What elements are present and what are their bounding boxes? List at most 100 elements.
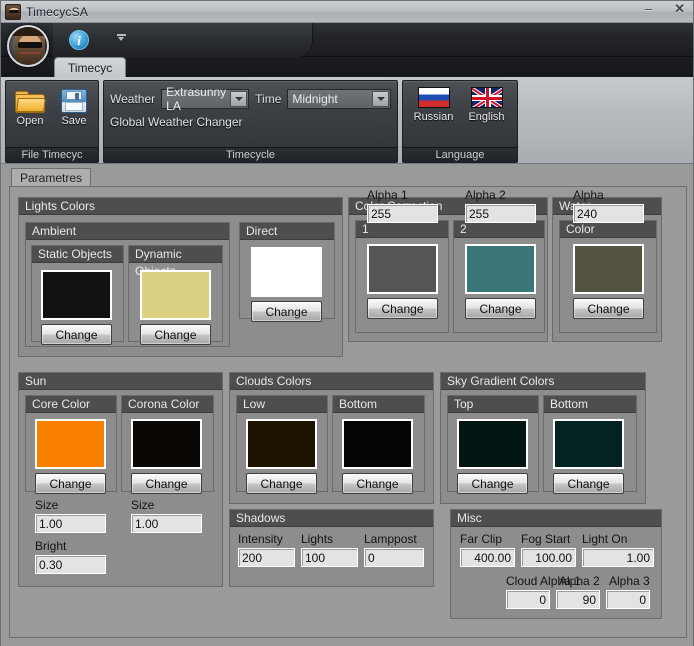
color-correction-1-swatch[interactable]	[367, 244, 438, 294]
group-sky-top: Top Change	[447, 395, 539, 494]
time-dropdown[interactable]: Midnight	[287, 89, 391, 109]
group-direct-caption: Direct	[240, 223, 334, 240]
chevron-down-icon[interactable]	[230, 91, 248, 107]
static-objects-color-swatch[interactable]	[41, 270, 112, 320]
chevron-down-icon[interactable]	[117, 34, 126, 41]
group-water-color: Color Change Alpha 240	[559, 188, 657, 333]
ribbon-tab-strip: Timecyc	[1, 57, 693, 78]
shadows-lamppost-input[interactable]: 0	[364, 548, 424, 567]
water-change-button[interactable]: Change	[573, 298, 644, 319]
shadows-lights-label: Lights	[301, 532, 334, 546]
light-on-ground-input[interactable]: 1.00	[582, 548, 654, 567]
group-sun-core-caption: Core Color	[26, 396, 116, 413]
water-alpha-input[interactable]: 240	[573, 204, 644, 223]
shadows-intensity-label: Intensity	[238, 532, 283, 546]
clouds-low-color-swatch[interactable]	[246, 419, 317, 469]
static-objects-change-button[interactable]: Change	[41, 324, 112, 345]
color-correction-1-change-button[interactable]: Change	[367, 298, 438, 319]
group-sun-corona-color: Corona Color Change	[121, 395, 214, 494]
info-icon[interactable]: i	[69, 30, 89, 50]
tab-timecyc[interactable]: Timecyc	[54, 57, 127, 78]
sky-top-color-swatch[interactable]	[457, 419, 528, 469]
alpha-2-input[interactable]: 255	[465, 204, 536, 223]
save-button-label: Save	[61, 115, 87, 127]
language-english-button[interactable]: English	[462, 87, 511, 143]
sun-corona-change-button[interactable]: Change	[131, 473, 202, 494]
sun-core-change-button[interactable]: Change	[35, 473, 106, 494]
weather-dropdown[interactable]: Extrasunny LA	[161, 85, 250, 113]
application-orb-button[interactable]	[7, 25, 49, 67]
sun-corona-size-label: Size	[131, 498, 155, 512]
group-color-correction-2-caption: 2	[454, 221, 544, 238]
shadows-lights-input[interactable]: 100	[301, 548, 358, 567]
window-title: TimecycSA	[26, 4, 89, 19]
sun-corona-color-swatch[interactable]	[131, 419, 202, 469]
close-button[interactable]: ✕	[670, 1, 689, 18]
shadows-lamppost-label: Lamppost	[364, 532, 417, 546]
global-weather-changer-label[interactable]: Global Weather Changer	[110, 115, 391, 129]
time-label: Time	[255, 92, 282, 106]
sun-corona-size-input[interactable]: 1.00	[131, 514, 202, 533]
group-sky-bottom: Bottom Change	[543, 395, 637, 494]
group-color-correction-1-caption: 1	[356, 221, 448, 238]
ribbon-group-timecycle-caption: Timecycle	[104, 147, 397, 162]
alpha-1-label: Alpha 1	[367, 188, 408, 202]
minimize-button[interactable]: –	[641, 1, 656, 18]
direct-change-button[interactable]: Change	[251, 301, 322, 322]
ribbon-group-file-timecyc: Open Save File Timecyc	[5, 80, 99, 163]
direct-color-swatch[interactable]	[251, 247, 322, 297]
group-sky-gradient-colors-caption: Sky Gradient Colors	[441, 373, 645, 390]
application-window: TimecycSA – ✕ i Timecyc Open Save File T…	[0, 0, 694, 646]
dynamic-objects-change-button[interactable]: Change	[140, 324, 211, 345]
water-color-swatch[interactable]	[573, 244, 644, 294]
sun-core-size-input[interactable]: 1.00	[35, 514, 106, 533]
clouds-bottom-change-button[interactable]: Change	[342, 473, 413, 494]
sun-core-color-swatch[interactable]	[35, 419, 106, 469]
cloud-alpha-3-input[interactable]: 0	[606, 590, 650, 609]
far-clip-input[interactable]: 400.00	[460, 548, 515, 567]
dynamic-objects-color-swatch[interactable]	[140, 270, 211, 320]
group-misc-caption: Misc	[451, 510, 661, 527]
floppy-disk-icon	[61, 89, 87, 113]
window-controls: – ✕	[641, 1, 689, 18]
open-button[interactable]: Open	[12, 87, 48, 143]
fog-start-input[interactable]: 100.00	[521, 548, 576, 567]
color-correction-2-change-button[interactable]: Change	[465, 298, 536, 319]
avatar-icon	[15, 32, 45, 64]
sky-bottom-color-swatch[interactable]	[553, 419, 624, 469]
avatar-hair	[11, 27, 45, 36]
group-shadows: Shadows Intensity 200 Lights 100 Lamppos…	[229, 509, 434, 587]
group-direct: Direct Change	[239, 222, 335, 322]
weather-time-row: Weather Extrasunny LA Time Midnight	[110, 85, 391, 113]
parameters-pane: Lights Colors Ambient Static Objects Cha…	[9, 186, 687, 638]
color-correction-2-swatch[interactable]	[465, 244, 536, 294]
water-alpha-label: Alpha	[573, 188, 604, 202]
ribbon-group-file-body: Open Save	[6, 81, 98, 147]
language-russian-button[interactable]: Russian	[409, 87, 458, 143]
save-button[interactable]: Save	[56, 87, 92, 143]
ribbon-group-language-caption: Language	[403, 147, 517, 162]
group-clouds-colors: Clouds Colors Low Change Bottom Change	[229, 372, 434, 504]
alpha-1-input[interactable]: 255	[367, 204, 438, 223]
clouds-bottom-color-swatch[interactable]	[342, 419, 413, 469]
group-color-correction: Color Correction 1 Change Alpha 1 255 2 …	[348, 188, 548, 342]
clouds-low-change-button[interactable]: Change	[246, 473, 317, 494]
sun-bright-input[interactable]: 0.30	[35, 555, 106, 574]
ribbon-group-language-body: Russian English	[403, 81, 517, 147]
cloud-alpha-1-input[interactable]: 0	[506, 590, 550, 609]
chevron-down-icon[interactable]	[372, 91, 389, 107]
quick-access-bar: i	[1, 23, 693, 67]
sun-core-size-label: Size	[35, 498, 59, 512]
sky-top-change-button[interactable]: Change	[457, 473, 528, 494]
shadows-intensity-input[interactable]: 200	[238, 548, 295, 567]
group-clouds-bottom-caption: Bottom	[333, 396, 424, 413]
sky-bottom-change-button[interactable]: Change	[553, 473, 624, 494]
chevron-triangle	[118, 37, 124, 41]
cloud-alpha-2-input[interactable]: 90	[556, 590, 600, 609]
chevron-bar	[117, 34, 126, 36]
group-color-correction-1: 1 Change Alpha 1 255	[355, 188, 449, 333]
client-area: Parametres Lights Colors Ambient Static …	[1, 164, 693, 646]
group-shadows-caption: Shadows	[230, 510, 433, 527]
tab-parametres[interactable]: Parametres	[11, 168, 92, 187]
group-clouds-low-caption: Low	[237, 396, 327, 413]
